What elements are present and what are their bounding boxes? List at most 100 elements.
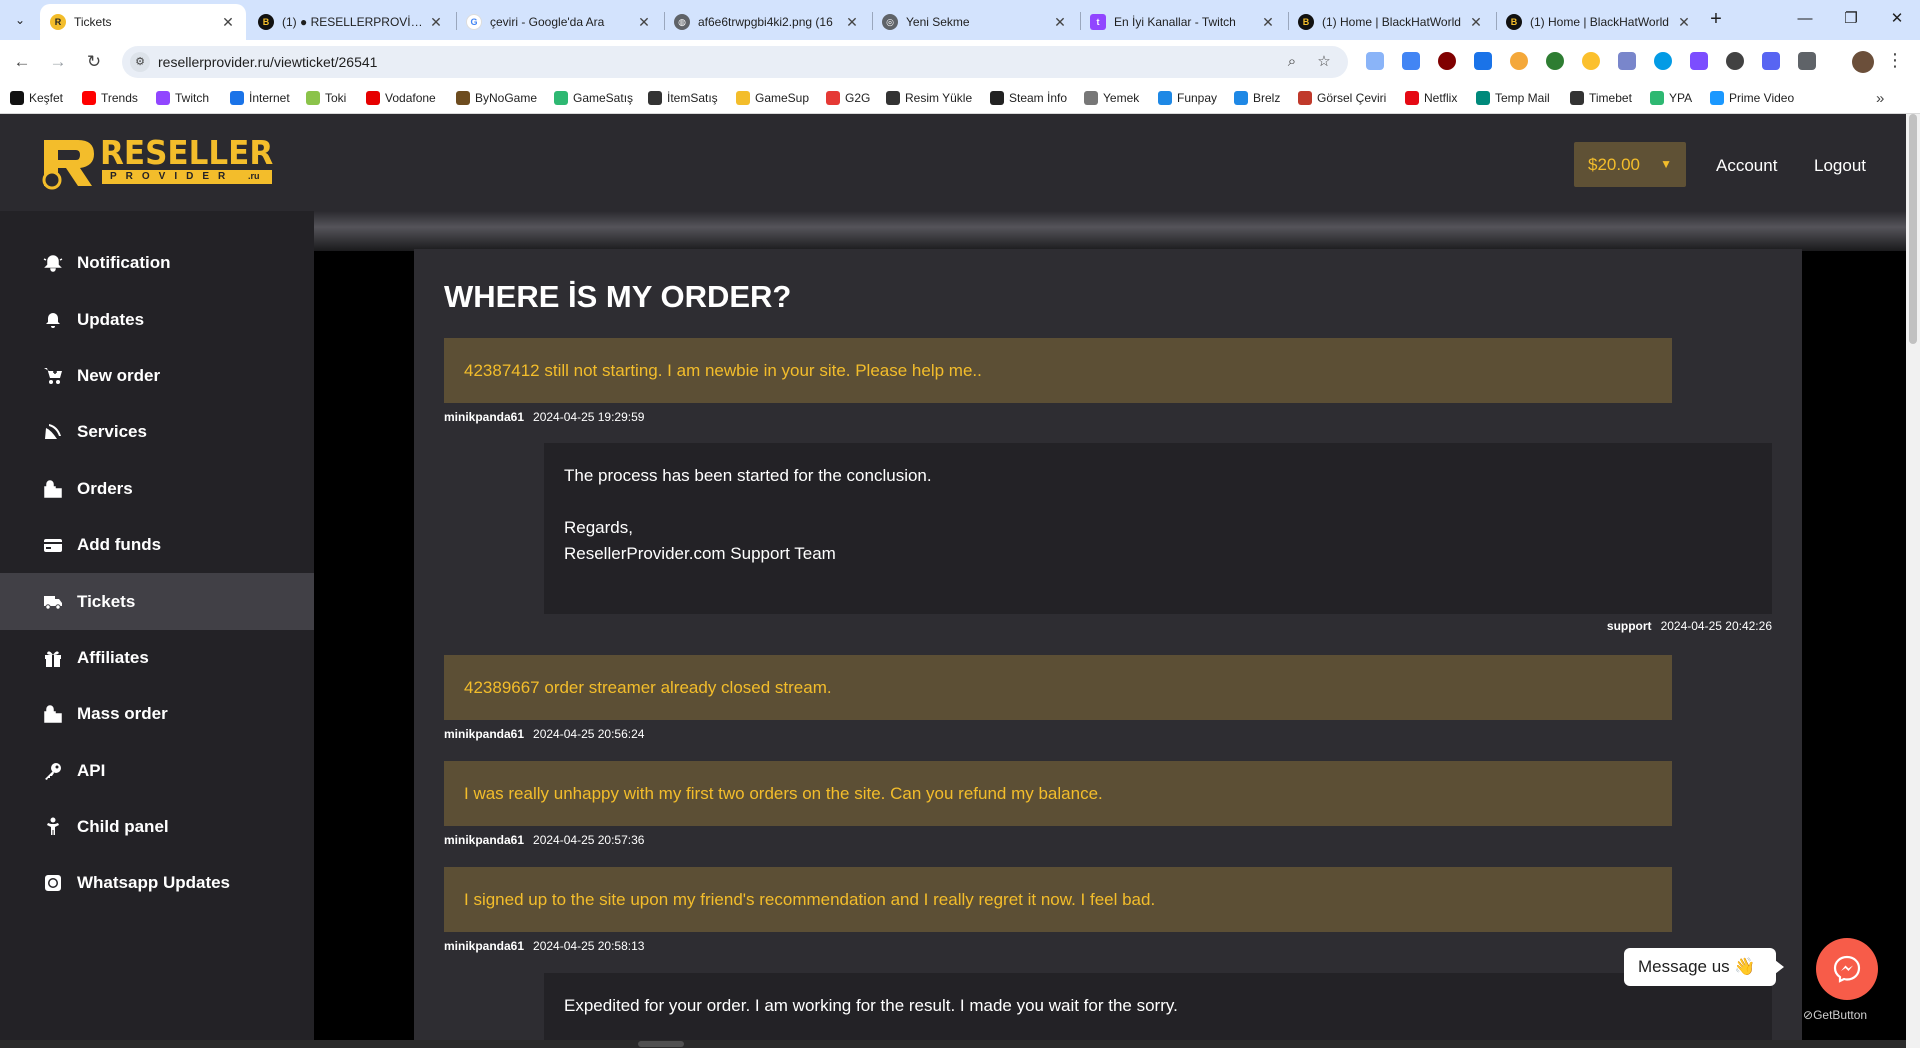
- account-link[interactable]: Account: [1716, 156, 1777, 176]
- sidebar-item-notification[interactable]: Notification: [0, 235, 314, 291]
- ublock-extension-icon[interactable]: [1438, 52, 1456, 70]
- discord-extension-icon[interactable]: [1762, 52, 1780, 70]
- tab-google-search[interactable]: G çeviri - Google'da Ara ✕: [456, 4, 662, 40]
- bookmark-favicon-icon: [1084, 91, 1098, 105]
- scrollbar-thumb[interactable]: [1909, 114, 1917, 344]
- bookmark-resim-yükle[interactable]: Resim Yükle: [886, 91, 972, 105]
- bookmark-g2g[interactable]: G2G: [826, 91, 870, 105]
- message-us-bubble[interactable]: Message us 👋: [1624, 948, 1784, 986]
- close-tab-icon[interactable]: ✕: [1052, 14, 1068, 31]
- logo[interactable]: RESELLER PROVIDER .ru: [0, 114, 314, 211]
- close-tab-icon[interactable]: ✕: [636, 14, 652, 31]
- vertical-scrollbar[interactable]: [1906, 114, 1920, 1048]
- extension-icon[interactable]: [1726, 52, 1744, 70]
- bookmark-keşfet[interactable]: Keşfet: [10, 91, 63, 105]
- sidebar-item-api[interactable]: API: [0, 743, 314, 799]
- bookmark-gamesup[interactable]: GameSup: [736, 91, 809, 105]
- bookmark-ypa[interactable]: YPA: [1650, 91, 1692, 105]
- url-text[interactable]: resellerprovider.ru/viewticket/26541: [158, 54, 377, 70]
- bookmark-gamesatış[interactable]: GameSatış: [554, 91, 633, 105]
- shazam-extension-icon[interactable]: [1654, 52, 1672, 70]
- logout-link[interactable]: Logout: [1814, 156, 1866, 176]
- extension-icon[interactable]: [1618, 52, 1636, 70]
- scrollbar-thumb[interactable]: [638, 1041, 684, 1047]
- bookmark-bynogame[interactable]: ByNoGame: [456, 91, 537, 105]
- zoom-icon[interactable]: ⌕: [1282, 52, 1302, 72]
- profile-avatar[interactable]: [1852, 51, 1874, 73]
- site-info-icon[interactable]: ⚙: [130, 52, 150, 72]
- bookmark-star-icon[interactable]: ☆: [1314, 52, 1334, 72]
- bookmark-yemek[interactable]: Yemek: [1084, 91, 1139, 105]
- tab-resellerprovider[interactable]: B (1) ● RESELLERPROVİDER ✕: [248, 4, 454, 40]
- bookmark-funpay[interactable]: Funpay: [1158, 91, 1217, 105]
- sidebar-item-affiliates[interactable]: Affiliates: [0, 630, 314, 686]
- back-arrow-icon[interactable]: ←: [10, 50, 34, 74]
- tab-twitch[interactable]: t En İyi Kanallar - Twitch ✕: [1080, 4, 1286, 40]
- sidebar-item-updates[interactable]: Updates: [0, 291, 314, 347]
- sidebar-item-whatsapp-updates[interactable]: Whatsapp Updates: [0, 855, 314, 911]
- close-window-icon[interactable]: ✕: [1882, 8, 1912, 32]
- close-tab-icon[interactable]: ✕: [1468, 14, 1484, 31]
- bell-icon: [43, 310, 63, 330]
- browser-menu-icon[interactable]: ⋮: [1886, 50, 1904, 71]
- horizontal-scrollbar[interactable]: [0, 1040, 1906, 1048]
- close-tab-icon[interactable]: ✕: [220, 14, 236, 31]
- bookmark-timebet[interactable]: Timebet: [1570, 91, 1632, 105]
- sidebar-item-add-funds[interactable]: Add funds: [0, 517, 314, 573]
- bookmark-label: İtemSatış: [667, 91, 718, 105]
- bookmark-trends[interactable]: Trends: [82, 91, 138, 105]
- bookmark-label: Yemek: [1103, 91, 1140, 105]
- tab-tickets[interactable]: R Tickets ✕: [40, 4, 246, 40]
- extension-icon[interactable]: [1510, 52, 1528, 70]
- balance-dropdown[interactable]: $20.00 ▼: [1574, 142, 1686, 187]
- browser-toolbar: ← → ↻ ⚙ resellerprovider.ru/viewticket/2…: [0, 40, 1920, 84]
- bookmark-twitch[interactable]: Twitch: [156, 91, 209, 105]
- extension-icon[interactable]: [1474, 52, 1492, 70]
- browser-tab-strip: ⌄ R Tickets ✕ B (1) ● RESELLERPROVİDER ✕…: [0, 0, 1920, 40]
- bookmark-vodafone[interactable]: Vodafone: [366, 91, 436, 105]
- close-tab-icon[interactable]: ✕: [1260, 14, 1276, 31]
- bookmark-i-nternet[interactable]: İnternet: [230, 91, 290, 105]
- bookmark-i-temsatış[interactable]: İtemSatış: [648, 91, 718, 105]
- close-tab-icon[interactable]: ✕: [1676, 14, 1692, 31]
- tab-blackhatworld-2[interactable]: B (1) Home | BlackHatWorld ✕: [1496, 4, 1702, 40]
- close-tab-icon[interactable]: ✕: [844, 14, 860, 31]
- sidebar-item-label: Whatsapp Updates: [77, 873, 231, 893]
- navbar-shadow: [314, 211, 1906, 251]
- sidebar-item-orders[interactable]: Orders: [0, 461, 314, 517]
- forward-arrow-icon[interactable]: →: [46, 50, 70, 74]
- sidebar-item-new-order[interactable]: New order: [0, 348, 314, 404]
- tab-search-chevron-icon[interactable]: ⌄: [8, 8, 32, 32]
- vpn-shield-extension-icon[interactable]: [1690, 52, 1708, 70]
- bookmark-prime-video[interactable]: Prime Video: [1710, 91, 1794, 105]
- extension-icon[interactable]: [1546, 52, 1564, 70]
- extension-icon[interactable]: [1366, 52, 1384, 70]
- tab-blackhatworld-1[interactable]: B (1) Home | BlackHatWorld ✕: [1288, 4, 1494, 40]
- sidebar-item-child-panel[interactable]: Child panel: [0, 799, 314, 855]
- tab-image[interactable]: ◍ af6e6trwpgbi4ki2.png (16 ✕: [664, 4, 870, 40]
- sidebar-item-services[interactable]: Services: [0, 404, 314, 460]
- extension-icon[interactable]: [1582, 52, 1600, 70]
- bookmark-netflix[interactable]: Netflix: [1405, 91, 1457, 105]
- sidebar-item-mass-order[interactable]: Mass order: [0, 686, 314, 742]
- address-bar[interactable]: ⚙ resellerprovider.ru/viewticket/26541 ⌕…: [122, 46, 1348, 78]
- translate-extension-icon[interactable]: [1402, 52, 1420, 70]
- extensions-puzzle-icon[interactable]: [1798, 52, 1816, 70]
- sidebar-item-tickets[interactable]: Tickets: [0, 573, 314, 630]
- minimize-window-icon[interactable]: —: [1790, 8, 1820, 32]
- bookmark-görsel-çeviri[interactable]: Görsel Çeviri: [1298, 91, 1386, 105]
- bookmark-temp-mail[interactable]: Temp Mail: [1476, 91, 1550, 105]
- reload-icon[interactable]: ↻: [82, 50, 106, 74]
- bookmark-toki[interactable]: Toki: [306, 91, 346, 105]
- restore-window-icon[interactable]: ❐: [1836, 8, 1866, 32]
- bookmark-brelz[interactable]: Brelz: [1234, 91, 1280, 105]
- close-tab-icon[interactable]: ✕: [428, 14, 444, 31]
- getbutton-brand[interactable]: ⊘GetButton: [1803, 1008, 1867, 1022]
- bookmark-favicon-icon: [230, 91, 244, 105]
- new-tab-plus-icon[interactable]: +: [1704, 8, 1728, 32]
- messenger-chat-button[interactable]: [1816, 938, 1878, 1000]
- more-bookmarks-icon[interactable]: »: [1876, 90, 1884, 107]
- bookmark-steam-i-nfo[interactable]: Steam İnfo: [990, 91, 1067, 105]
- sidebar-item-label: API: [77, 760, 106, 780]
- tab-new-tab[interactable]: ◎ Yeni Sekme ✕: [872, 4, 1078, 40]
